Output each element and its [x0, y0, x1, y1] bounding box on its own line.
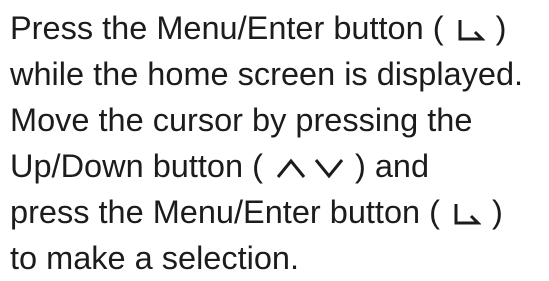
down-chevron-icon — [314, 157, 344, 179]
up-chevron-icon — [276, 157, 306, 179]
line-5-text-after: ) — [483, 194, 503, 230]
enter-icon — [455, 18, 485, 42]
instruction-line-4: Up/Down button ( ) and — [10, 143, 429, 189]
line-1-text-after: ) — [486, 10, 507, 46]
instruction-line-5: press the Menu/Enter button ( ) — [10, 189, 503, 235]
line-4-text-before: Up/Down button ( — [10, 148, 272, 184]
line-5-text-before: press the Menu/Enter button ( — [10, 194, 449, 230]
instruction-line-6: to make a selection. — [10, 240, 300, 276]
line-4-text-after: ) and — [345, 148, 430, 184]
enter-icon — [451, 202, 481, 226]
line-1-text-before: Press the Menu/Enter button ( — [10, 10, 453, 46]
instruction-line-2: while the home screen is displayed. — [10, 56, 524, 92]
instruction-line-3: Move the cursor by pressing the — [10, 102, 473, 138]
instruction-line-1: Press the Menu/Enter button ( ) — [10, 5, 506, 51]
